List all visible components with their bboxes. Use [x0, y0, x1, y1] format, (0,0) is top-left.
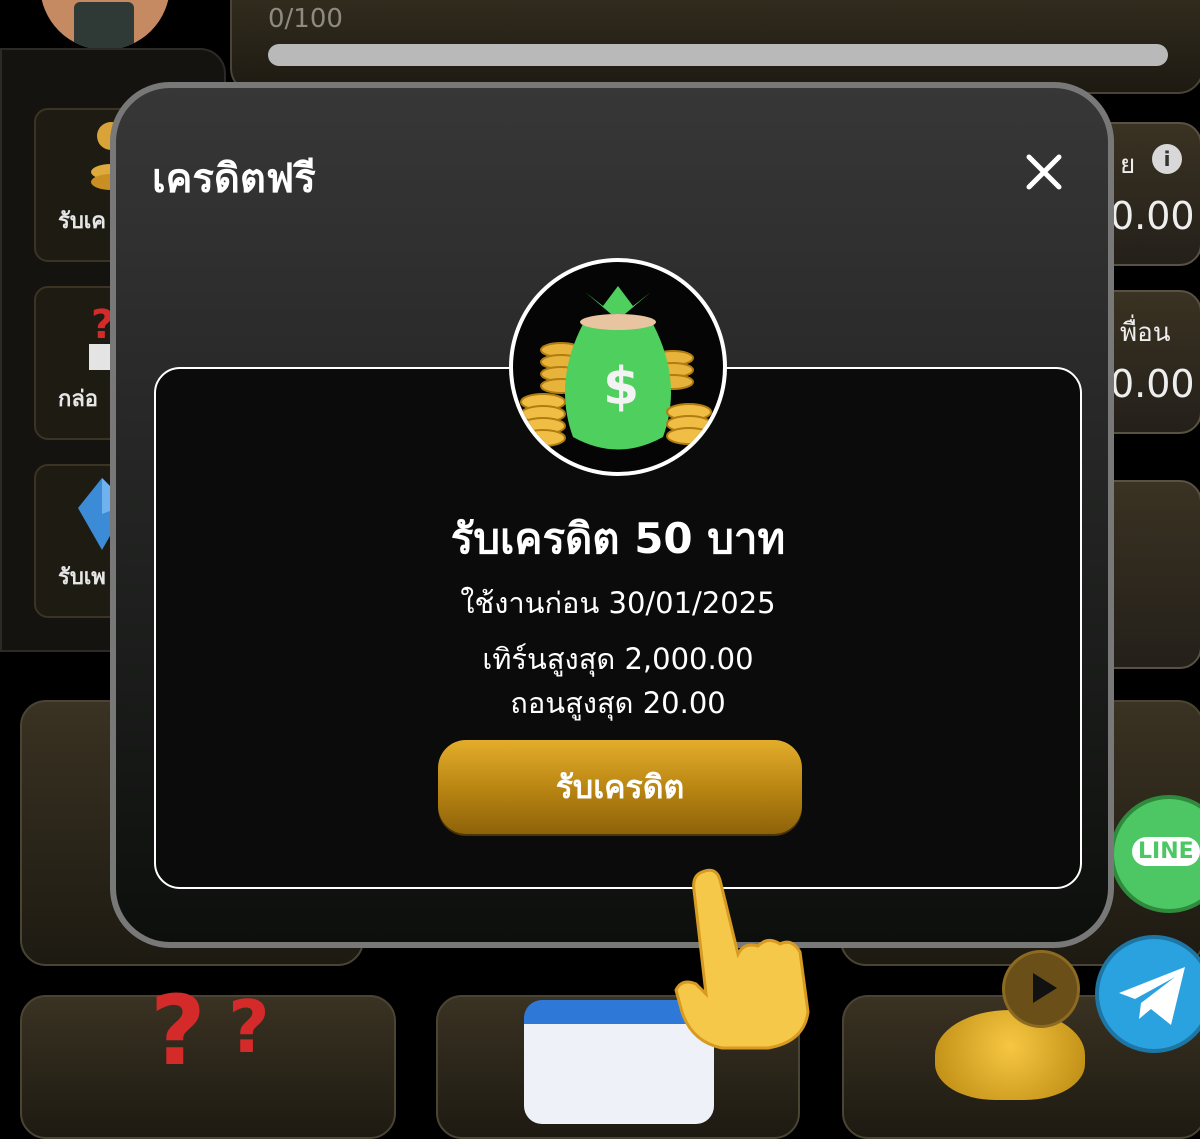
trophy-icon	[935, 1010, 1085, 1100]
progress-text: 0/100	[268, 4, 343, 34]
side-item-label: รับเค	[58, 209, 107, 234]
side-item-label: กล่อ	[58, 387, 99, 412]
telegram-plane-icon	[1119, 967, 1185, 1025]
credit-amount-heading: รับเครดิต 50 บาท	[450, 514, 786, 563]
modal-title: เครดิตฟรี	[152, 156, 316, 202]
max-turnover-text: เทิร์นสูงสุด 2,000.00	[482, 642, 754, 676]
play-icon[interactable]	[1002, 950, 1080, 1028]
free-credit-modal: เครดิตฟรี $ รับเครดิต 50 บาท ใช้งานก่อน …	[110, 82, 1114, 948]
pointing-hand-icon	[674, 868, 810, 1050]
progress-bar	[268, 44, 1168, 66]
max-withdraw-text: ถอนสูงสุด 20.00	[510, 686, 726, 720]
claim-credit-button[interactable]: รับเครดิต	[438, 740, 802, 834]
right-card-title: ย	[1120, 150, 1136, 180]
close-icon[interactable]	[1024, 152, 1064, 192]
right-card-value: 0.00	[1110, 362, 1195, 406]
info-icon[interactable]: i	[1152, 144, 1182, 174]
side-item-label: รับเพ	[58, 565, 106, 590]
avatar	[40, 0, 170, 50]
svg-text:$: $	[603, 357, 639, 417]
line-label: LINE	[1132, 837, 1200, 866]
use-before-text: ใช้งานก่อน 30/01/2025	[460, 586, 776, 620]
right-card-title: พื่อน	[1120, 318, 1171, 348]
question-mark-icon: ?	[228, 985, 270, 1069]
right-card-value: 0.00	[1110, 194, 1195, 238]
bottom-card-1	[20, 995, 396, 1139]
money-bag-icon: $	[509, 258, 727, 476]
question-mark-icon: ?	[150, 975, 206, 1087]
